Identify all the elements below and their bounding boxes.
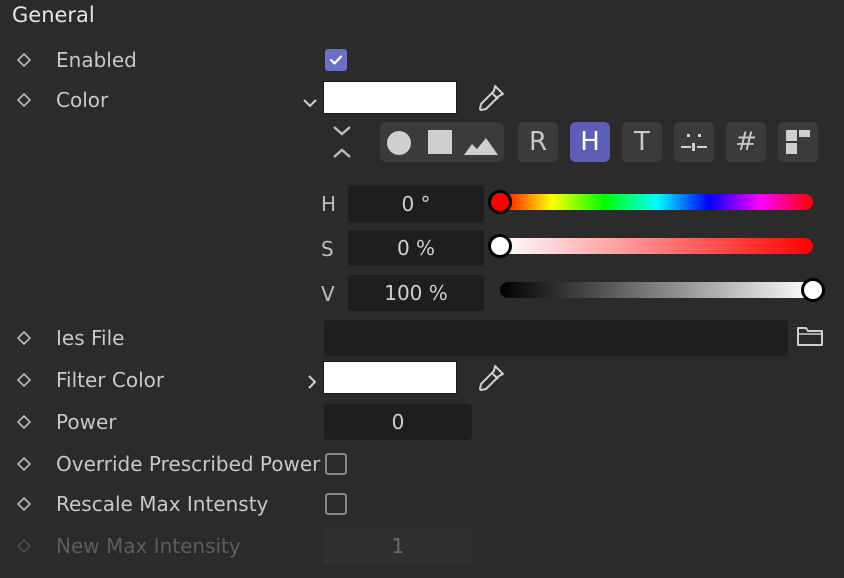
value-slider[interactable] — [500, 282, 813, 298]
eyedropper-icon[interactable] — [475, 362, 507, 399]
power-label: Power — [56, 410, 117, 434]
keyframe-diamond-icon[interactable] — [17, 331, 31, 345]
ies-file-label: Ies File — [56, 326, 125, 350]
hex-mode-button[interactable]: # — [726, 122, 766, 162]
enabled-row: Enabled — [0, 40, 844, 80]
power-row: Power 0 — [0, 402, 844, 442]
new-max-intensity-label: New Max Intensity — [56, 534, 241, 558]
color-row: Color — [0, 80, 844, 120]
rescale-row: Rescale Max Intensty — [0, 484, 844, 524]
saturation-slider-handle[interactable] — [488, 234, 512, 258]
chevron-down-icon[interactable] — [302, 92, 318, 116]
ies-file-input[interactable] — [324, 320, 788, 356]
rescale-label: Rescale Max Intensty — [56, 492, 269, 516]
power-field[interactable]: 0 — [324, 404, 472, 440]
saturation-label: S — [321, 237, 334, 261]
override-power-checkbox[interactable] — [325, 453, 347, 475]
expand-collapse-icon[interactable] — [331, 124, 353, 165]
filter-color-swatch[interactable] — [323, 361, 457, 394]
color-label: Color — [56, 88, 109, 112]
color-swatch[interactable] — [323, 81, 457, 114]
mixer-mode-icon[interactable] — [674, 122, 714, 162]
folder-icon[interactable] — [797, 325, 823, 352]
keyframe-diamond-icon[interactable] — [17, 415, 31, 429]
keyframe-diamond-icon[interactable] — [17, 457, 31, 471]
hue-field[interactable]: 0 ° — [348, 186, 484, 222]
filter-color-row: Filter Color — [0, 360, 844, 400]
wheel-mode-icon[interactable] — [386, 130, 412, 161]
rgb-mode-button[interactable]: R — [518, 122, 558, 162]
kelvin-mode-button[interactable]: T — [622, 122, 662, 162]
keyframe-diamond-icon[interactable] — [17, 53, 31, 67]
chevron-right-icon[interactable] — [304, 371, 320, 395]
new-max-intensity-row: New Max Intensity 1 — [0, 526, 844, 566]
filter-color-label: Filter Color — [56, 368, 165, 392]
enabled-label: Enabled — [56, 48, 137, 72]
hue-slider[interactable] — [500, 194, 813, 210]
rescale-checkbox[interactable] — [325, 493, 347, 515]
keyframe-diamond-icon — [17, 539, 31, 553]
square-mode-icon[interactable] — [428, 130, 452, 159]
saturation-slider[interactable] — [500, 238, 813, 254]
override-power-label: Override Prescribed Power — [56, 452, 321, 476]
color-picker-type-group — [380, 122, 504, 162]
value-label: V — [321, 282, 335, 306]
hue-slider-handle[interactable] — [488, 190, 512, 214]
spectrum-mode-icon[interactable] — [464, 134, 498, 161]
enabled-checkbox[interactable] — [325, 49, 347, 71]
eyedropper-icon[interactable] — [475, 82, 507, 119]
hue-label: H — [321, 192, 337, 216]
keyframe-diamond-icon[interactable] — [17, 93, 31, 107]
keyframe-diamond-icon[interactable] — [17, 373, 31, 387]
section-title: General — [12, 3, 95, 27]
value-slider-handle[interactable] — [801, 278, 825, 302]
ies-file-row: Ies File — [0, 318, 844, 358]
checkmark-icon — [329, 55, 343, 65]
saturation-field[interactable]: 0 % — [348, 230, 484, 266]
keyframe-diamond-icon[interactable] — [17, 497, 31, 511]
value-field[interactable]: 100 % — [348, 275, 484, 311]
hsv-mode-button[interactable]: H — [570, 122, 610, 162]
swatches-mode-icon[interactable] — [778, 122, 818, 162]
new-max-intensity-field: 1 — [324, 528, 472, 564]
override-power-row: Override Prescribed Power — [0, 444, 844, 484]
